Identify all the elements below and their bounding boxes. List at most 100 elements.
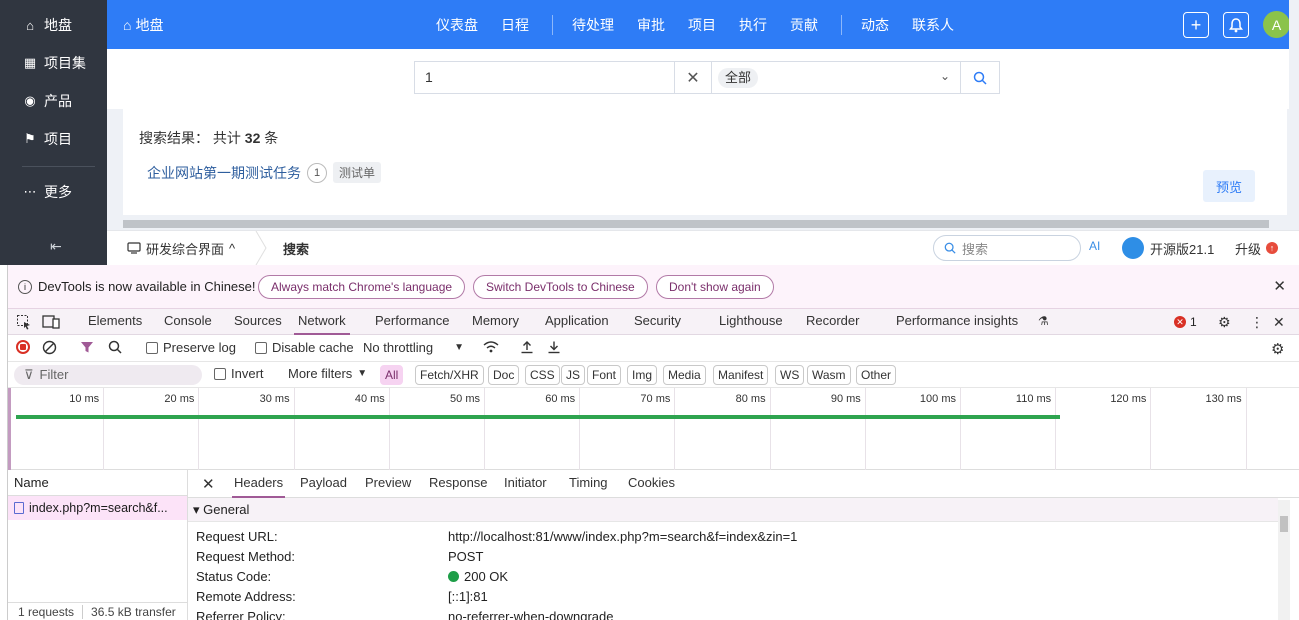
nav-contacts[interactable]: 联系人 xyxy=(912,15,954,35)
tab-console[interactable]: Console xyxy=(164,309,212,335)
close-devtools-icon[interactable]: ✕ xyxy=(1273,314,1285,331)
nav-dashboard[interactable]: 仪表盘 xyxy=(436,15,478,35)
filter-type-wasm[interactable]: Wasm xyxy=(807,365,851,385)
search-network-button[interactable] xyxy=(108,340,122,354)
clear-log-button[interactable] xyxy=(42,340,57,355)
settings-gear-icon[interactable]: ⚙ xyxy=(1218,314,1231,331)
tab-preview[interactable]: Preview xyxy=(365,470,411,498)
horizontal-scrollbar[interactable] xyxy=(123,220,1269,228)
filter-type-ws[interactable]: WS xyxy=(775,365,805,385)
search-input[interactable]: 1 xyxy=(414,61,674,94)
record-button[interactable] xyxy=(16,340,30,354)
network-lower-panes: Name index.php?m=search&f... 1 requests … xyxy=(8,470,1299,620)
tab-memory[interactable]: Memory xyxy=(472,309,519,335)
version-info[interactable]: 开源版21.1 xyxy=(1122,231,1214,265)
network-settings-icon[interactable]: ⚙ xyxy=(1271,340,1284,358)
preserve-log-checkbox[interactable]: Preserve log xyxy=(146,340,236,355)
close-details-icon[interactable]: ✕ xyxy=(202,475,215,493)
disable-cache-checkbox[interactable]: Disable cache xyxy=(255,340,354,355)
tab-performance-insights[interactable]: Performance insights xyxy=(896,309,1018,335)
name-column-header[interactable]: Name xyxy=(8,470,187,496)
sidebar-item-more[interactable]: ⋯ 更多 xyxy=(0,173,107,211)
tab-elements[interactable]: Elements xyxy=(88,309,142,335)
filter-type-media[interactable]: Media xyxy=(663,365,706,385)
filter-type-other[interactable]: Other xyxy=(856,365,897,385)
ai-chat-icon[interactable]: AI xyxy=(1089,239,1100,253)
more-filters-dropdown[interactable]: More filters ▼ xyxy=(288,366,367,381)
filter-input[interactable]: ⊽ Filter xyxy=(14,365,202,385)
sidebar-item-product[interactable]: ◉ 产品 xyxy=(0,82,107,120)
avatar[interactable]: A xyxy=(1263,11,1290,38)
filter-type-img[interactable]: Img xyxy=(627,365,658,385)
more-vertical-icon[interactable]: ⋮ xyxy=(1250,314,1264,331)
tab-initiator[interactable]: Initiator xyxy=(504,470,547,498)
nav-todo[interactable]: 待处理 xyxy=(572,15,614,35)
result-item[interactable]: 企业网站第一期测试任务 1 测试单 xyxy=(147,162,382,183)
sidebar-item-project[interactable]: ⚑ 项目 xyxy=(0,120,107,158)
tab-sources[interactable]: Sources xyxy=(234,309,282,335)
search-scope-select[interactable]: 全部 ⌄ xyxy=(712,61,961,94)
checkbox-box xyxy=(255,341,267,354)
tab-recorder[interactable]: Recorder xyxy=(806,309,859,335)
nav-dynamic[interactable]: 动态 xyxy=(861,15,889,35)
sidebar-item-program[interactable]: ▦ 项目集 xyxy=(0,44,107,82)
export-har-button[interactable] xyxy=(547,340,561,354)
tab-lighthouse[interactable]: Lighthouse xyxy=(719,309,783,335)
topbar-home[interactable]: ⌂ 地盘 xyxy=(123,0,163,49)
filter-type-manifest[interactable]: Manifest xyxy=(713,365,769,385)
tab-application[interactable]: Application xyxy=(545,309,609,335)
details-scrollbar[interactable] xyxy=(1278,500,1290,620)
filter-type-js[interactable]: JS xyxy=(561,365,586,385)
nav-project[interactable]: 项目 xyxy=(688,15,716,35)
tab-response[interactable]: Response xyxy=(429,470,488,498)
tab-performance[interactable]: Performance xyxy=(375,309,449,335)
results-summary: 搜索结果： 共计 32 条 xyxy=(139,128,278,148)
global-search-input[interactable]: 搜索 xyxy=(933,235,1081,261)
collapse-sidebar-icon[interactable]: ⇤ xyxy=(50,238,62,255)
nav-execution[interactable]: 执行 xyxy=(739,15,767,35)
dont-show-again-button[interactable]: Don't show again xyxy=(656,275,774,299)
breadcrumb-module[interactable]: 研发综合界面 ^ xyxy=(127,231,235,265)
tab-security[interactable]: Security xyxy=(634,309,681,335)
preview-button[interactable]: 预览 xyxy=(1203,170,1255,202)
close-icon[interactable]: ✕ xyxy=(1273,277,1286,295)
request-row[interactable]: index.php?m=search&f... xyxy=(8,496,187,520)
network-conditions-button[interactable] xyxy=(482,340,500,354)
tab-network[interactable]: Network xyxy=(294,309,350,335)
notifications-button[interactable] xyxy=(1223,12,1249,38)
device-toolbar-icon[interactable] xyxy=(42,314,60,330)
upgrade-button[interactable]: 升级 ↑ xyxy=(1235,231,1279,265)
invert-checkbox[interactable]: Invert xyxy=(214,366,264,381)
add-button[interactable]: + xyxy=(1183,12,1209,38)
tab-cookies[interactable]: Cookies xyxy=(628,470,675,498)
clear-search-button[interactable]: ✕ xyxy=(674,61,712,94)
timeline-left-handle[interactable] xyxy=(8,388,11,470)
search-submit-button[interactable] xyxy=(960,61,1000,94)
filter-type-fetch-xhr[interactable]: Fetch/XHR xyxy=(415,365,484,385)
filter-type-css[interactable]: CSS xyxy=(525,365,560,385)
match-language-button[interactable]: Always match Chrome's language xyxy=(258,275,466,299)
nav-contribution[interactable]: 贡献 xyxy=(790,15,818,35)
timeline-request-bar xyxy=(16,415,1060,419)
result-title[interactable]: 企业网站第一期测试任务 xyxy=(147,163,301,183)
inspect-element-icon[interactable] xyxy=(16,314,32,330)
network-overview-timeline[interactable]: 10 ms 20 ms 30 ms 40 ms 50 ms 60 ms 70 ms 80 ms… xyxy=(8,388,1299,470)
bell-icon xyxy=(1229,17,1243,32)
filter-type-font[interactable]: Font xyxy=(587,365,622,385)
tab-headers[interactable]: Headers xyxy=(232,470,286,498)
sidebar-item-home[interactable]: ⌂ 地盘 xyxy=(0,6,107,44)
general-section-header[interactable]: ▾ General xyxy=(188,498,1278,522)
filter-type-all[interactable]: All xyxy=(380,365,404,385)
tab-timing[interactable]: Timing xyxy=(569,470,608,498)
filter-type-doc[interactable]: Doc xyxy=(488,365,520,385)
error-count-badge[interactable]: ✕ 1 xyxy=(1174,315,1197,329)
import-har-button[interactable] xyxy=(520,340,534,354)
nav-calendar[interactable]: 日程 xyxy=(501,15,529,35)
nav-divider xyxy=(552,14,553,35)
tab-payload[interactable]: Payload xyxy=(300,470,347,498)
throttling-select[interactable]: No throttling ▼ xyxy=(363,340,464,355)
filter-toggle-button[interactable] xyxy=(80,340,94,354)
more-dots-icon: ⋯ xyxy=(23,184,37,199)
switch-to-chinese-button[interactable]: Switch DevTools to Chinese xyxy=(473,275,648,299)
nav-approval[interactable]: 审批 xyxy=(637,15,665,35)
